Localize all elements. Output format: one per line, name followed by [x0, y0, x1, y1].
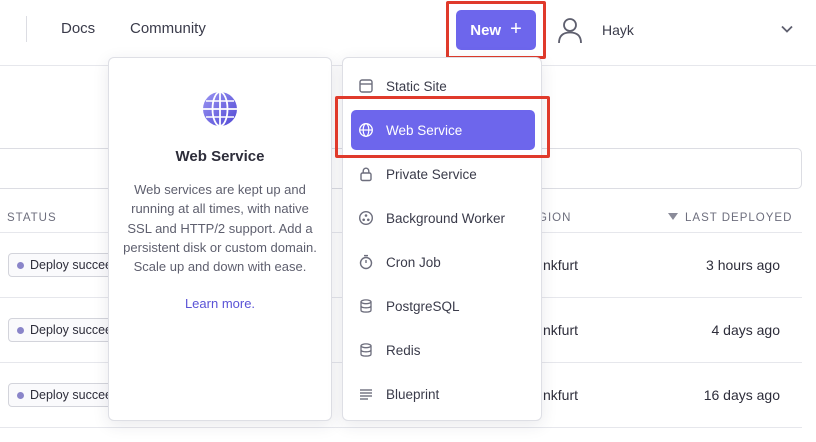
worker-icon	[358, 210, 374, 226]
service-description-card: Web Service Web services are kept up and…	[108, 57, 332, 421]
web-service-highlight	[335, 96, 550, 158]
nav-link-community[interactable]: Community	[130, 20, 206, 37]
menu-item-postgresql[interactable]: PostgreSQL	[351, 286, 535, 326]
status-dot-icon	[17, 327, 24, 334]
menu-item-private-service[interactable]: Private Service	[351, 154, 535, 194]
description-title: Web Service	[175, 148, 265, 165]
menu-item-redis[interactable]: Redis	[351, 330, 535, 370]
database-icon	[360, 343, 372, 357]
status-badge: Deploy succeeded	[8, 318, 116, 342]
column-header-status[interactable]: STATUS	[7, 212, 57, 224]
region-cell: nkfurt	[543, 322, 579, 338]
column-header-region[interactable]: GION	[538, 212, 571, 224]
last-deployed-cell: 3 hours ago	[706, 257, 780, 273]
nav-link-docs[interactable]: Docs	[61, 20, 95, 37]
globe-icon	[203, 91, 237, 127]
last-deployed-cell: 16 days ago	[703, 387, 780, 403]
description-body: Web services are kept up and running at …	[123, 182, 317, 275]
learn-more-link[interactable]: Learn more.	[109, 296, 331, 311]
status-dot-icon	[17, 262, 24, 269]
chevron-down-icon[interactable]	[780, 22, 794, 36]
database-icon	[360, 299, 372, 313]
menu-item-background-worker[interactable]: Background Worker	[351, 198, 535, 238]
region-cell: nkfurt	[543, 387, 579, 403]
region-cell: nkfurt	[543, 257, 579, 273]
blueprint-icon	[360, 389, 372, 400]
table-divider	[0, 427, 802, 428]
user-avatar-icon[interactable]	[556, 16, 584, 44]
sort-descending-icon[interactable]	[668, 213, 678, 220]
new-button-highlight	[446, 1, 546, 59]
status-badge: Deploy succeeded	[8, 383, 116, 407]
status-dot-icon	[17, 392, 24, 399]
stopwatch-icon	[359, 254, 373, 270]
last-deployed-cell: 4 days ago	[711, 322, 781, 338]
status-badge: Deploy succeeded	[8, 253, 116, 277]
lock-icon	[360, 167, 372, 182]
user-name[interactable]: Hayk	[602, 22, 634, 38]
nav-divider	[26, 16, 27, 42]
menu-item-blueprint[interactable]: Blueprint	[351, 374, 535, 414]
menu-item-cron-job[interactable]: Cron Job	[351, 242, 535, 282]
static-site-icon	[359, 79, 373, 93]
column-header-last-deployed[interactable]: LAST DEPLOYED	[685, 212, 792, 224]
